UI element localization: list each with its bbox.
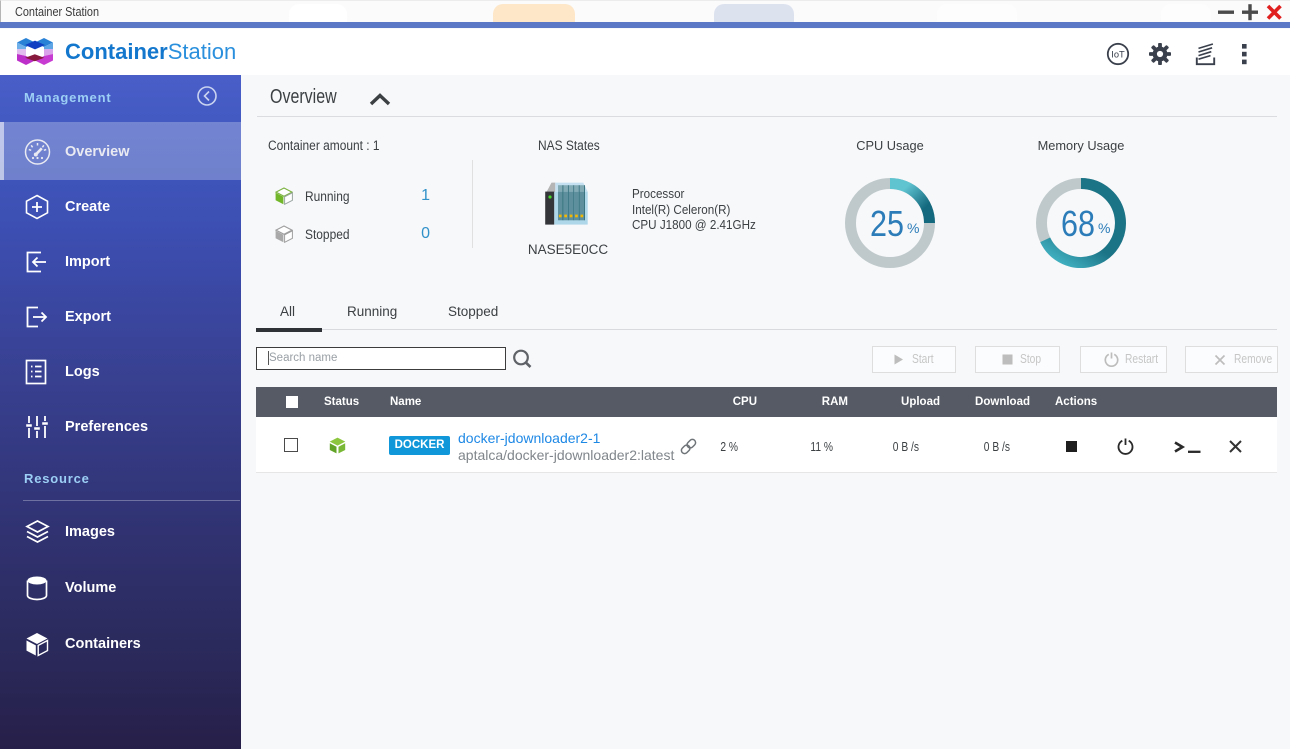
svg-text:%: % [907, 220, 919, 236]
svg-text:68: 68 [1061, 203, 1095, 244]
svg-text:25: 25 [870, 203, 904, 244]
svg-text:IoT: IoT [1111, 49, 1125, 59]
svg-text:%: % [1098, 220, 1110, 236]
